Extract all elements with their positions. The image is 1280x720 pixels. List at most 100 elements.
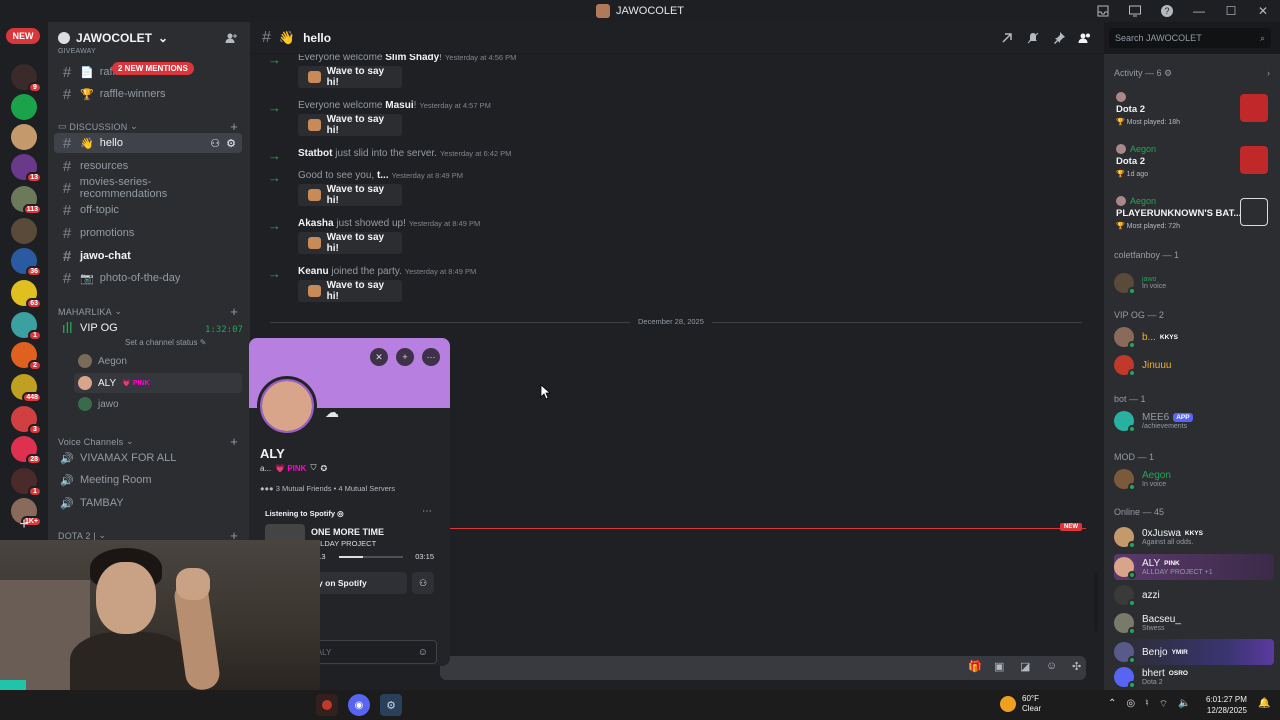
member-row[interactable]: Bacseu_ Stwess [1114, 610, 1274, 636]
username[interactable]: Slim Shady [385, 54, 439, 63]
mutual-icon[interactable]: ✕ [370, 348, 388, 366]
more-icon[interactable]: ⋯ [422, 506, 432, 517]
server-icon[interactable]: 113 [11, 186, 42, 215]
username[interactable]: Keanu [298, 266, 329, 277]
mute-icon[interactable] [1026, 31, 1040, 45]
activity-header[interactable]: Activity — 6 ⚙ › [1114, 68, 1270, 79]
voice-channel[interactable]: 🔊 Meeting Room [54, 470, 242, 490]
member-row[interactable]: ALY PINK ALLDAY PROJECT +1 [1114, 554, 1274, 580]
gift-icon[interactable]: 🎁 [968, 660, 982, 674]
voice-channel[interactable]: 🔊 VIVAMAX FOR ALL [54, 448, 242, 468]
emoji-icon[interactable]: ☺ [1046, 660, 1060, 674]
wave-button[interactable]: Wave to say hi! [298, 232, 402, 254]
gear-icon[interactable]: ⚙ [226, 137, 236, 150]
channel-promotions[interactable]: # promotions [54, 223, 242, 243]
listen-along-icon[interactable]: ⚇ [412, 572, 434, 594]
wave-button[interactable]: Wave to say hi! [298, 66, 402, 88]
server-icon[interactable] [11, 218, 37, 244]
steam-icon[interactable]: ⚙ [380, 694, 402, 716]
voice-user[interactable]: jawo [74, 394, 242, 414]
invite-people-icon[interactable] [224, 31, 238, 45]
add-server-icon[interactable]: + [17, 517, 31, 533]
channel-hello[interactable]: # 👋 hello ⚇ ⚙ [54, 133, 242, 153]
scrollbar[interactable] [1094, 572, 1098, 632]
new-mentions-pill[interactable]: 2 NEW MENTIONS [112, 62, 194, 75]
channel-resources[interactable]: # resources [54, 156, 242, 176]
category-voice-channels[interactable]: Voice Channels ⌄ + [58, 434, 238, 449]
voice-user[interactable]: ALY 💗 PINK [74, 373, 242, 393]
channel-movies-series-recommendations[interactable]: # movies-series-recommendations [54, 176, 242, 200]
username[interactable]: Akasha [298, 218, 334, 229]
help-icon[interactable]: ? [1158, 2, 1176, 20]
member-row[interactable]: jawo In voice [1114, 270, 1274, 296]
channel-status[interactable]: Set a channel status ✎ [125, 338, 206, 347]
mutuals[interactable]: ●●● 3 Mutual Friends • 4 Mutual Servers [260, 484, 395, 493]
username[interactable]: Statbot [298, 148, 332, 159]
minimize-icon[interactable]: — [1190, 2, 1208, 20]
member-row[interactable]: azzi [1114, 582, 1274, 608]
member-row[interactable]: MEE6 APP/achievements [1114, 408, 1274, 434]
emoji-icon[interactable]: ☺ [418, 647, 428, 658]
member-row[interactable]: bhert OSRO Dota 2 [1114, 664, 1274, 690]
activity-card[interactable]: Dota 2 🏆 Most played: 18h [1110, 88, 1274, 136]
discord-icon[interactable]: ◉ [348, 694, 370, 716]
server-icon[interactable]: 1 [11, 312, 42, 341]
channel-raffle-winners[interactable]: # 🏆 raffle-winners [54, 84, 242, 104]
activity-card[interactable]: Aegon PLAYERUNKNOWN'S BAT... 🏆 Most played… [1110, 192, 1274, 240]
wave-button[interactable]: Wave to say hi! [298, 184, 402, 206]
search-input[interactable]: Search JAWOCOLET ⌕ [1109, 28, 1271, 48]
server-icon[interactable]: 36 [11, 248, 42, 277]
channel-photo-of-the-day[interactable]: # 📷 photo-of-the-day [54, 268, 242, 288]
member-row[interactable]: Aegon In voice [1114, 466, 1274, 492]
add-channel-icon[interactable]: + [230, 434, 238, 449]
username[interactable]: t... [377, 170, 389, 181]
add-channel-icon[interactable]: + [230, 119, 238, 134]
more-icon[interactable]: ⋯ [422, 348, 440, 366]
mic-icon[interactable]: ♮ [1145, 698, 1149, 711]
activity-card[interactable]: Aegon Dota 2 🏆 1d ago [1110, 140, 1274, 188]
maximize-icon[interactable]: ☐ [1222, 2, 1240, 20]
invite-icon[interactable]: ⚇ [210, 137, 220, 150]
category-maharlika[interactable]: MAHARLIKA ⌄ + [58, 304, 238, 319]
inbox-icon[interactable] [1094, 2, 1112, 20]
category-giveaway[interactable]: GIVEAWAY [58, 48, 238, 55]
weather-widget[interactable]: 60°F Clear [1000, 694, 1041, 714]
apps-icon[interactable]: ✣ [1072, 660, 1086, 674]
clock[interactable]: 6:01:27 PM 12/28/2025 [1206, 694, 1247, 716]
speaker-icon[interactable]: 🔈 [1178, 698, 1190, 711]
server-icon[interactable]: 9 [11, 64, 42, 93]
pin-icon[interactable] [1052, 31, 1066, 45]
channel-off-topic[interactable]: # off-topic [54, 200, 242, 220]
server-icon[interactable]: 2 [11, 342, 42, 371]
wave-button[interactable]: Wave to say hi! [298, 280, 402, 302]
add-channel-icon[interactable]: + [230, 304, 238, 319]
voice-user[interactable]: Aegon [74, 351, 242, 371]
chevron-right-icon[interactable]: › [1267, 68, 1270, 79]
server-icon[interactable]: 1 [11, 468, 42, 497]
server-icon[interactable]: 448 [11, 374, 42, 403]
threads-icon[interactable] [1000, 31, 1014, 45]
category-discussion[interactable]: ▭ DISCUSSION ⌄ + [58, 119, 238, 134]
new-badge[interactable]: NEW [6, 28, 40, 44]
wave-button[interactable]: Wave to say hi! [298, 114, 402, 136]
app-icon[interactable] [316, 694, 338, 716]
member-row[interactable]: 0xJuswa KKYS Against all odds. [1114, 524, 1274, 550]
voice-channel[interactable]: 🔊 TAMBAY [54, 493, 242, 513]
server-icon[interactable] [11, 94, 37, 120]
chevron-up-icon[interactable]: ⌃ [1108, 698, 1116, 711]
notification-icon[interactable]: 🔔 [1258, 698, 1270, 709]
network-icon[interactable]: ◎ [1126, 698, 1135, 711]
username[interactable]: Masui [385, 100, 413, 111]
member-list-icon[interactable] [1078, 31, 1092, 45]
server-icon[interactable]: 28 [11, 436, 42, 465]
server-icon[interactable]: 63 [11, 280, 42, 309]
screen-icon[interactable] [1126, 2, 1144, 20]
add-friend-icon[interactable]: + [396, 348, 414, 366]
member-row[interactable]: b... KKYS [1114, 324, 1274, 350]
close-icon[interactable]: ✕ [1254, 2, 1272, 20]
gif-icon[interactable]: ▣ [994, 660, 1008, 674]
member-row[interactable]: Jinuuu [1114, 352, 1274, 378]
wifi-icon[interactable]: ⌔ [1159, 698, 1168, 711]
server-icon[interactable]: 13 [11, 154, 42, 183]
sticker-icon[interactable]: ◪ [1020, 660, 1034, 674]
